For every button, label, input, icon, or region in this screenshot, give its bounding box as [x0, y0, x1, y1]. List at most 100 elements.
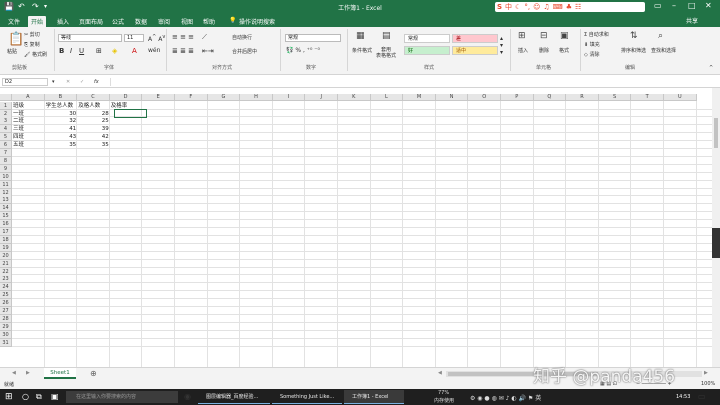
- cut-button[interactable]: ✂ 剪切: [24, 31, 40, 38]
- column-header[interactable]: C: [77, 94, 110, 101]
- taskbar-music-window[interactable]: Something Just Like...: [272, 390, 342, 404]
- indent-icon[interactable]: ⇤⇥: [202, 47, 214, 55]
- cell[interactable]: 学生总人数: [46, 102, 77, 110]
- cell[interactable]: 32: [46, 117, 76, 125]
- add-sheet-icon[interactable]: ⊕: [90, 369, 97, 378]
- column-header[interactable]: O: [468, 94, 501, 101]
- ime-mic-icon[interactable]: ♫: [543, 3, 549, 11]
- cell[interactable]: 二班: [13, 117, 44, 125]
- side-handle[interactable]: [712, 228, 720, 258]
- column-header[interactable]: U: [664, 94, 697, 101]
- row-header[interactable]: 10: [0, 172, 12, 181]
- column-header[interactable]: B: [44, 94, 78, 101]
- style-normal[interactable]: 常规: [404, 34, 450, 43]
- cell[interactable]: 41: [46, 125, 76, 133]
- taskbar-app-icon[interactable]: ▣: [51, 392, 59, 401]
- cell[interactable]: 43: [46, 133, 76, 141]
- tell-me-search[interactable]: 操作说明搜索: [236, 16, 278, 27]
- ime-keyboard-icon[interactable]: ⌨: [553, 3, 563, 11]
- phonetic-icon[interactable]: wén: [148, 47, 160, 54]
- column-header[interactable]: I: [272, 94, 306, 101]
- ime-punct-icon[interactable]: °,: [524, 3, 530, 11]
- tab-page-layout[interactable]: 页面布局: [76, 16, 106, 27]
- insert-cells-button[interactable]: 插入: [518, 47, 528, 54]
- row-header[interactable]: 16: [0, 220, 12, 229]
- row-header[interactable]: 29: [0, 322, 12, 331]
- tab-help[interactable]: 帮助: [200, 16, 218, 27]
- delete-cells-button[interactable]: 删除: [539, 47, 549, 54]
- row-header[interactable]: 3: [0, 117, 12, 126]
- row-header[interactable]: 30: [0, 330, 12, 339]
- scroll-left-icon[interactable]: ◀: [438, 370, 442, 376]
- clear-button[interactable]: ◇ 清除: [584, 51, 599, 58]
- delete-cells-icon[interactable]: ⊟: [540, 31, 548, 41]
- scroll-right-icon[interactable]: ▶: [704, 370, 708, 376]
- cell[interactable]: 39: [78, 125, 109, 133]
- prev-sheet-icon[interactable]: ◀: [12, 370, 16, 376]
- windows-start-icon[interactable]: ⊞: [5, 392, 13, 402]
- notification-icon[interactable]: ▭: [698, 392, 706, 401]
- ime-moon-icon[interactable]: ☾: [515, 3, 521, 11]
- cancel-icon[interactable]: ✕: [66, 79, 70, 85]
- tab-view[interactable]: 视图: [178, 16, 196, 27]
- font-color-icon[interactable]: A: [132, 47, 137, 55]
- row-header[interactable]: 1: [0, 101, 12, 110]
- row-header[interactable]: 9: [0, 164, 12, 173]
- row-header[interactable]: 5: [0, 133, 12, 142]
- next-sheet-icon[interactable]: ▶: [26, 370, 30, 376]
- taskbar-excel-window[interactable]: 工作簿1 - Excel: [344, 390, 404, 404]
- cell[interactable]: 42: [78, 133, 109, 141]
- maximize-icon[interactable]: □: [688, 1, 696, 10]
- number-format-select[interactable]: 常规: [285, 34, 341, 42]
- row-header[interactable]: 20: [0, 251, 12, 260]
- font-size-select[interactable]: 11: [124, 34, 144, 42]
- font-grow-icon[interactable]: A^ Av: [148, 34, 165, 43]
- row-header[interactable]: 12: [0, 188, 12, 197]
- column-header[interactable]: T: [631, 94, 664, 101]
- paste-icon[interactable]: 📋: [8, 32, 24, 47]
- ime-emoji-icon[interactable]: ☺: [533, 3, 540, 11]
- format-painter-button[interactable]: 🖌 格式刷: [24, 51, 47, 58]
- row-header[interactable]: 6: [0, 141, 12, 150]
- column-header[interactable]: P: [501, 94, 534, 101]
- format-cells-icon[interactable]: ▣: [560, 31, 569, 41]
- clock[interactable]: 14:53: [676, 394, 690, 400]
- scroll-thumb[interactable]: [714, 118, 718, 148]
- paste-button[interactable]: 粘贴: [7, 48, 17, 55]
- cell[interactable]: 一班: [13, 110, 44, 118]
- bold-icon[interactable]: B: [59, 47, 64, 55]
- zoom-level[interactable]: 100%: [701, 381, 715, 387]
- fill-button[interactable]: ⬇ 填充: [584, 41, 600, 48]
- cell[interactable]: 班级: [13, 102, 44, 110]
- sort-filter-icon[interactable]: ⇅: [630, 31, 638, 41]
- row-header[interactable]: 26: [0, 299, 12, 308]
- row-header[interactable]: 24: [0, 283, 12, 292]
- style-neutral[interactable]: 适中: [452, 46, 498, 55]
- cell[interactable]: 三班: [13, 125, 44, 133]
- format-as-table-icon[interactable]: ▤: [382, 31, 391, 41]
- insert-cells-icon[interactable]: ⊞: [518, 31, 526, 41]
- italic-icon[interactable]: I: [70, 47, 72, 55]
- sogou-ime-toolbar[interactable]: S 中 ☾ °, ☺ ♫ ⌨ ♣ ☷: [495, 2, 645, 12]
- border-icon[interactable]: ⊞: [96, 47, 102, 55]
- row-header[interactable]: 23: [0, 275, 12, 284]
- formula-input[interactable]: [110, 78, 708, 86]
- cell[interactable]: 35: [46, 141, 76, 149]
- cell[interactable]: 35: [78, 141, 109, 149]
- column-header[interactable]: R: [566, 94, 599, 101]
- top-align-icon[interactable]: ≡ ≡ ≡: [172, 33, 194, 41]
- collapse-ribbon-icon[interactable]: ^: [709, 65, 713, 71]
- styles-scroll-icon[interactable]: ▴ ▾ ▾: [500, 35, 503, 56]
- row-header[interactable]: 22: [0, 267, 12, 276]
- currency-icon[interactable]: 💱 % , ⁺⁰ ⁻⁰: [286, 47, 320, 54]
- format-as-table-button[interactable]: 套用 表格格式: [376, 47, 396, 59]
- cell[interactable]: 28: [78, 110, 109, 118]
- row-header[interactable]: 19: [0, 243, 12, 252]
- row-header[interactable]: 8: [0, 156, 12, 165]
- column-header[interactable]: E: [142, 94, 175, 101]
- row-header[interactable]: 13: [0, 196, 12, 205]
- tab-data[interactable]: 数据: [132, 16, 150, 27]
- autosum-button[interactable]: Σ 自动求和: [584, 31, 609, 38]
- cell[interactable]: 及格人数: [78, 102, 109, 110]
- row-header[interactable]: 25: [0, 291, 12, 300]
